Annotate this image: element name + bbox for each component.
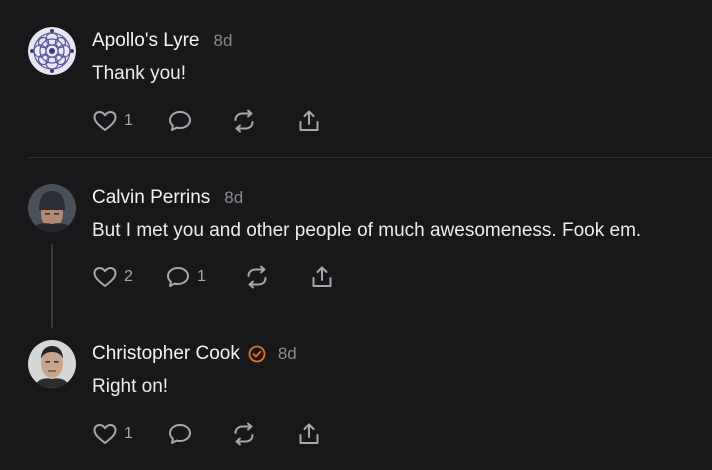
like-count: 1 <box>124 425 133 442</box>
share-icon <box>299 110 319 131</box>
like-button[interactable]: 2 <box>92 264 133 290</box>
mandala-avatar-icon <box>28 27 76 75</box>
share-button[interactable] <box>296 108 322 134</box>
avatar[interactable] <box>28 340 76 388</box>
heart-icon <box>93 424 117 444</box>
restack-icon <box>234 422 254 446</box>
timestamp[interactable]: 8d <box>278 344 297 364</box>
restack-button[interactable] <box>231 421 257 447</box>
comment-bubble-icon <box>169 424 191 444</box>
comment-text: Right on! <box>92 376 169 397</box>
comment-header: Christopher Cook 8d <box>92 343 297 365</box>
divider <box>28 157 712 158</box>
like-button[interactable]: 1 <box>92 108 133 134</box>
action-bar: 1 <box>92 421 352 447</box>
comment-header: Apollo's Lyre 8d <box>92 30 232 52</box>
like-count: 2 <box>124 268 133 285</box>
heart-icon <box>93 111 117 131</box>
comment-text: Thank you! <box>92 63 186 84</box>
comment-text: But I met you and other people of much a… <box>92 220 642 241</box>
beanie-man-avatar-icon <box>28 184 76 232</box>
comment-header: Calvin Perrins 8d <box>92 187 243 209</box>
like-count: 1 <box>124 112 133 129</box>
author-name[interactable]: Christopher Cook <box>92 343 240 365</box>
comment-feed: Apollo's Lyre 8d Thank you! 1 Calvin Per… <box>0 0 712 470</box>
reply-button[interactable]: 1 <box>165 264 206 290</box>
share-icon <box>299 423 319 444</box>
restack-icon <box>247 265 267 289</box>
comment-bubble-icon <box>169 111 191 131</box>
timestamp[interactable]: 8d <box>224 188 243 208</box>
author-name[interactable]: Apollo's Lyre <box>92 30 199 52</box>
man-portrait-avatar-icon <box>28 340 76 388</box>
heart-icon <box>93 267 117 287</box>
action-bar: 2 1 <box>92 264 352 290</box>
verified-check-icon <box>248 345 266 363</box>
author-name[interactable]: Calvin Perrins <box>92 187 210 209</box>
like-button[interactable]: 1 <box>92 421 133 447</box>
timestamp[interactable]: 8d <box>213 31 232 51</box>
reply-button[interactable] <box>167 421 199 447</box>
comment-bubble-icon <box>167 267 189 287</box>
action-bar: 1 <box>92 108 352 134</box>
avatar[interactable] <box>28 184 76 232</box>
reply-count: 1 <box>197 268 206 285</box>
restack-button[interactable] <box>231 108 257 134</box>
restack-button[interactable] <box>244 264 270 290</box>
share-icon <box>312 266 332 287</box>
reply-button[interactable] <box>167 108 199 134</box>
share-button[interactable] <box>309 264 335 290</box>
restack-icon <box>234 109 254 133</box>
avatar[interactable] <box>28 27 76 75</box>
share-button[interactable] <box>296 421 322 447</box>
thread-connector-line <box>51 244 53 328</box>
